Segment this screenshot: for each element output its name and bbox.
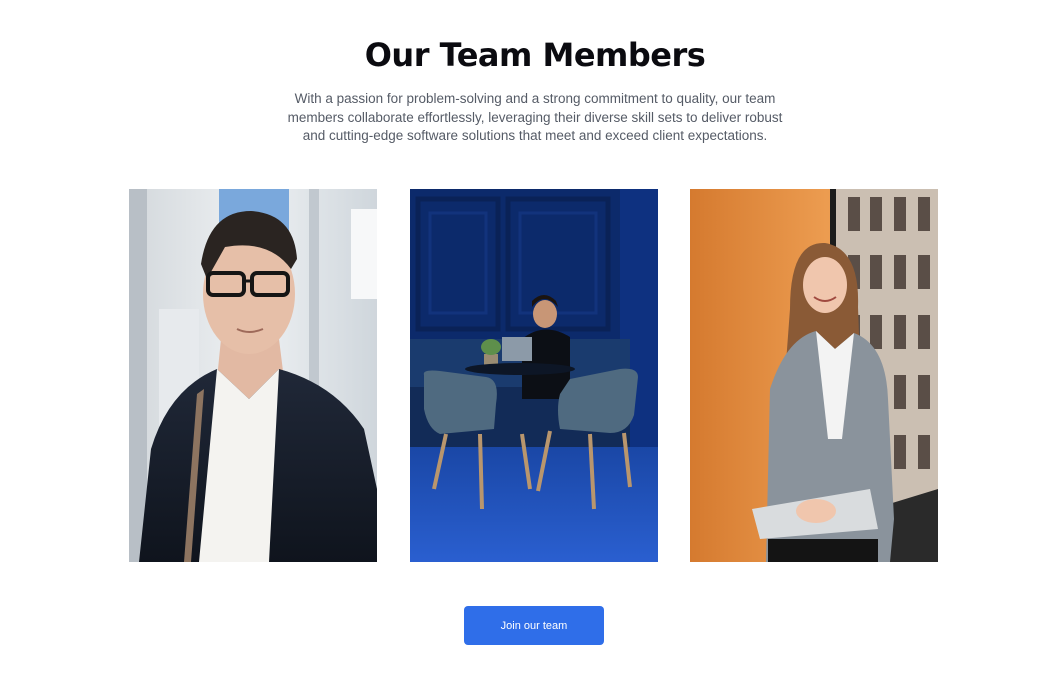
team-member-photo-2 <box>410 189 658 562</box>
team-member-photo-3 <box>690 189 938 562</box>
man-in-glasses-photo <box>129 189 377 562</box>
team-section: Our Team Members With a passion for prob… <box>0 0 1062 682</box>
section-description: With a passion for problem-solving and a… <box>287 91 783 143</box>
section-title: Our Team Members <box>364 36 706 74</box>
team-member-photo-1 <box>129 189 377 562</box>
join-team-button[interactable]: Join our team <box>464 606 604 645</box>
woman-by-window-photo <box>690 189 938 562</box>
man-with-laptop-photo <box>410 189 658 562</box>
